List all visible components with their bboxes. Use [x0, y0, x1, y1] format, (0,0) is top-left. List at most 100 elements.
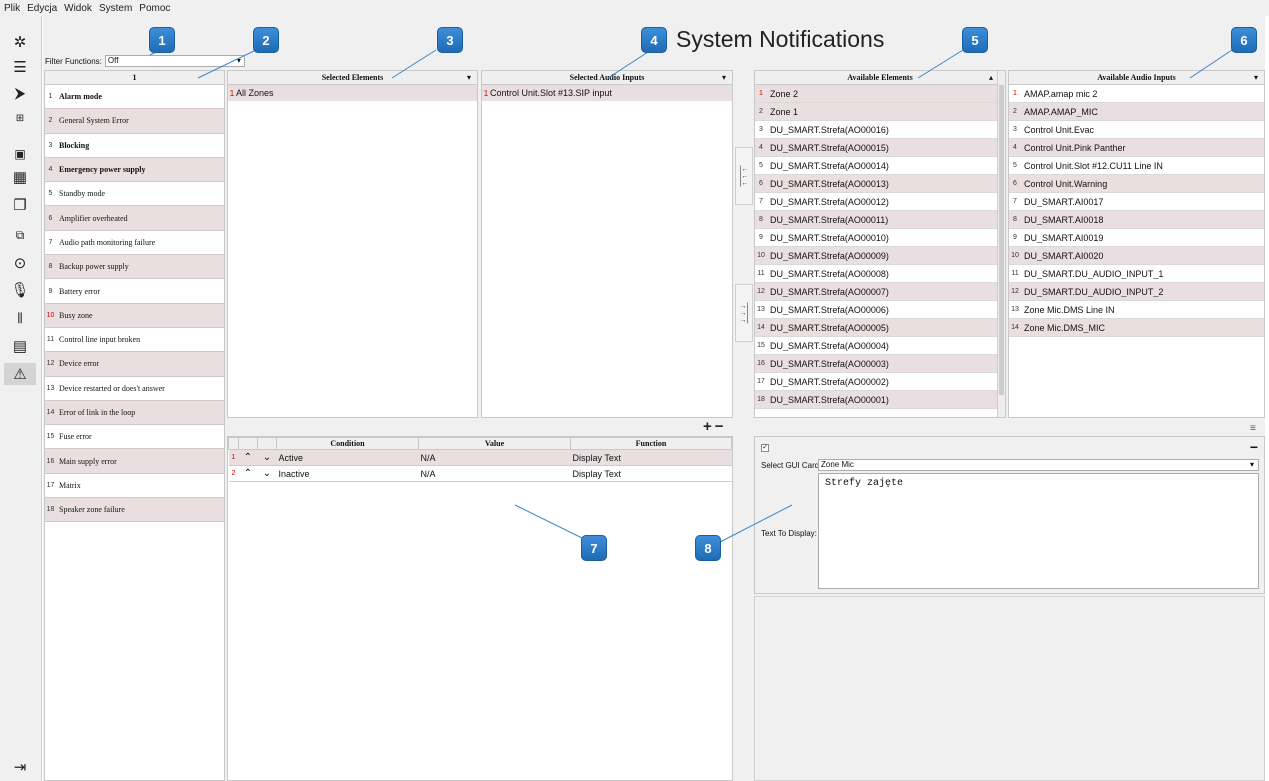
list-item[interactable]: 17 DU_SMART.Strefa(AO00002) [755, 373, 1005, 391]
menu-system[interactable]: System [99, 3, 132, 14]
blocks-icon[interactable]: ▣ [8, 143, 32, 165]
list-item[interactable]: 12 Device error [45, 352, 224, 377]
list-item[interactable]: 1 Alarm mode [45, 85, 224, 110]
list-item[interactable]: 7 DU_SMART.Strefa(AO00012) [755, 193, 1005, 211]
list-item[interactable]: 12 DU_SMART.Strefa(AO00007) [755, 283, 1005, 301]
mixer-icon[interactable]: ⫼ [8, 307, 32, 329]
list-item[interactable]: 10 DU_SMART.Strefa(AO00009) [755, 247, 1005, 265]
routing-icon[interactable]: ⮞ [8, 82, 32, 104]
gui-card-select[interactable]: Zone Mic [818, 459, 1259, 471]
list-item[interactable]: 7 Audio path monitoring failure [45, 231, 224, 256]
list-item[interactable]: 5 Standby mode [45, 182, 224, 207]
list-item[interactable]: 11 DU_SMART.Strefa(AO00008) [755, 265, 1005, 283]
logout-icon[interactable]: ⇥ [8, 756, 32, 778]
list-item[interactable]: 15 Fuse error [45, 425, 224, 450]
list-item[interactable]: 9 DU_SMART.AI0019 [1009, 229, 1264, 247]
list-item[interactable]: 18 DU_SMART.Strefa(AO00001) [755, 391, 1005, 409]
list-item[interactable]: 3 DU_SMART.Strefa(AO00016) [755, 121, 1005, 139]
list-item[interactable]: 11 DU_SMART.DU_AUDIO_INPUT_1 [1009, 265, 1264, 283]
move-up-icon[interactable]: ⌃ [238, 449, 258, 466]
matrix-icon[interactable]: ⊞ [8, 107, 32, 129]
add-to-right-buttons[interactable]: →| →| →| [735, 284, 753, 342]
list-item[interactable]: 13 Device restarted or does't answer [45, 377, 224, 401]
sort-arrow-icon[interactable]: ▾ [1254, 71, 1258, 84]
list-item[interactable]: 2 AMAP.AMAP_MIC [1009, 103, 1264, 121]
add-condition-button[interactable]: + [703, 418, 715, 435]
list-item[interactable]: 1 AMAP.amap mic 2 [1009, 85, 1264, 103]
move-up-icon[interactable]: ⌃ [238, 465, 258, 482]
list-item[interactable]: 5 DU_SMART.Strefa(AO00014) [755, 157, 1005, 175]
enable-checkbox[interactable]: ✓ [761, 444, 769, 452]
menu-help[interactable]: Pomoc [139, 3, 170, 14]
list-item[interactable]: 9 DU_SMART.Strefa(AO00010) [755, 229, 1005, 247]
notification-list-header: 1 [45, 71, 224, 85]
list-item[interactable]: 14 DU_SMART.Strefa(AO00005) [755, 319, 1005, 337]
list-item[interactable]: 6 Control Unit.Warning [1009, 175, 1264, 193]
menu-view[interactable]: Widok [64, 3, 92, 14]
table-row[interactable]: 2 ⌃ ⌄ Inactive N/A Display Text [228, 465, 732, 482]
list-item[interactable]: 13 Zone Mic.DMS Line IN [1009, 301, 1264, 319]
list-item[interactable]: 12 DU_SMART.DU_AUDIO_INPUT_2 [1009, 283, 1264, 301]
list-item[interactable]: 1 All Zones [228, 85, 477, 101]
table-row[interactable]: 1 ⌃ ⌄ Active N/A Display Text [228, 449, 732, 466]
sort-arrow-icon[interactable]: ▾ [722, 71, 726, 84]
remove-to-left-buttons[interactable]: |← |← |← [735, 147, 753, 205]
scrollbar[interactable] [997, 71, 1005, 417]
list-item[interactable]: 8 Backup power supply [45, 255, 224, 280]
move-right-icon[interactable]: →| [740, 317, 749, 324]
list-item[interactable]: 9 Battery error [45, 279, 224, 304]
remove-button[interactable]: − [1250, 439, 1258, 455]
list-item[interactable]: 17 Matrix [45, 474, 224, 499]
list-item[interactable]: 18 Speaker zone failure [45, 498, 224, 523]
move-left-icon[interactable]: |← [740, 173, 749, 180]
list-item[interactable]: 2 Zone 1 [755, 103, 1005, 121]
move-right-icon[interactable]: →| [740, 303, 749, 310]
windows-icon[interactable]: ❐ [8, 194, 32, 216]
list-item[interactable]: 4 Emergency power supply [45, 157, 224, 183]
text-to-display-input[interactable]: Strefy zajęte [818, 473, 1259, 589]
move-left-icon[interactable]: |← [740, 180, 749, 187]
device-icon[interactable]: ⧉ [8, 224, 32, 246]
sort-arrow-icon[interactable]: ▾ [467, 71, 471, 84]
move-right-icon[interactable]: →| [740, 310, 749, 317]
warning-icon[interactable]: ⚠ [4, 363, 36, 385]
list-item[interactable]: 7 DU_SMART.AI0017 [1009, 193, 1264, 211]
list-item[interactable]: 3 Control Unit.Evac [1009, 121, 1264, 139]
list-item[interactable]: 14 Zone Mic.DMS_MIC [1009, 319, 1264, 337]
list-item[interactable]: 8 DU_SMART.AI0018 [1009, 211, 1264, 229]
list-item[interactable]: 4 DU_SMART.Strefa(AO00015) [755, 139, 1005, 157]
menu-edit[interactable]: Edycja [27, 3, 57, 14]
list-item[interactable]: 3 Blocking [45, 134, 224, 158]
list-item[interactable]: 8 DU_SMART.Strefa(AO00011) [755, 211, 1005, 229]
list-item[interactable]: 6 DU_SMART.Strefa(AO00013) [755, 175, 1005, 193]
document-icon[interactable]: ▤ [8, 335, 32, 357]
list-item[interactable]: 16 DU_SMART.Strefa(AO00003) [755, 355, 1005, 373]
list-item[interactable]: 1 Zone 2 [755, 85, 1005, 103]
sort-arrow-icon[interactable]: ▴ [989, 71, 993, 84]
list-item[interactable]: 2 General System Error [45, 109, 224, 134]
list-item[interactable]: 5 Control Unit.Slot #12.CU11 Line IN [1009, 157, 1264, 175]
grid-icon[interactable]: ▦ [8, 166, 32, 188]
list-item[interactable]: 16 Main supply error [45, 449, 224, 474]
move-left-icon[interactable]: |← [740, 166, 749, 173]
list-item[interactable]: 6 Amplifier overheated [45, 206, 224, 231]
list-item[interactable]: 10 Busy zone [45, 303, 224, 328]
move-down-icon[interactable]: ⌄ [257, 449, 277, 466]
gear-icon[interactable]: ✲ [8, 31, 32, 53]
menu-file[interactable]: Plik [4, 3, 20, 14]
list-item[interactable]: 13 DU_SMART.Strefa(AO00006) [755, 301, 1005, 319]
filter-select[interactable]: Off [104, 55, 245, 67]
list-item[interactable]: 4 Control Unit.Pink Panther [1009, 139, 1264, 157]
move-down-icon[interactable]: ⌄ [257, 465, 277, 482]
list-item[interactable]: 10 DU_SMART.AI0020 [1009, 247, 1264, 265]
scrollbar-thumb[interactable] [999, 85, 1004, 395]
remove-condition-button[interactable]: − [715, 418, 727, 435]
list-item[interactable]: 14 Error of link in the loop [45, 400, 224, 426]
list-item[interactable]: 1 Control Unit.Slot #13.SIP input [482, 85, 732, 101]
list-item[interactable]: 15 DU_SMART.Strefa(AO00004) [755, 337, 1005, 355]
menu-lines-icon[interactable]: ≡ [1250, 423, 1256, 434]
server-icon[interactable]: ☰ [8, 56, 32, 78]
gauge-icon[interactable]: ⊙ [8, 252, 32, 274]
microphone-icon[interactable]: 🎙 [8, 279, 32, 301]
list-item[interactable]: 11 Control line input broken [45, 328, 224, 353]
